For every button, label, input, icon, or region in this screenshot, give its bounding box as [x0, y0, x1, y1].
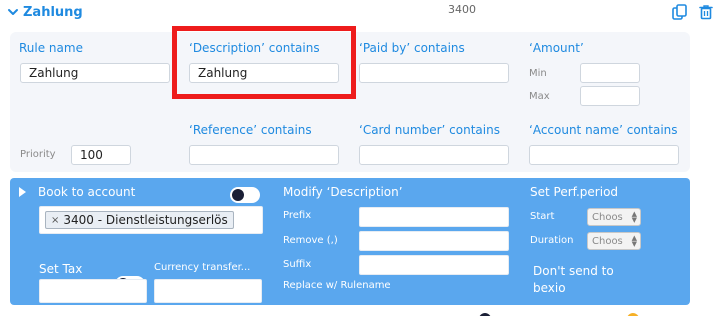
prefix-input[interactable]	[359, 207, 509, 227]
suffix-input[interactable]	[359, 255, 509, 275]
remove-tag-icon[interactable]: ×	[51, 215, 59, 226]
amount-min-input[interactable]	[580, 63, 640, 83]
remove-input[interactable]	[359, 231, 509, 251]
priority-label: Priority	[20, 149, 56, 160]
reference-contains-label: ‘Reference’ contains	[189, 123, 312, 137]
account-name-contains-input[interactable]	[529, 145, 679, 165]
rule-header[interactable]: Zahlung	[6, 2, 83, 22]
replace-with-rulename-label: Replace w/ Rulename	[283, 280, 391, 291]
suffix-label: Suffix	[283, 259, 312, 270]
duration-select-value: Choos	[592, 235, 623, 247]
set-perf-period-label: Set Perf.period	[530, 185, 619, 199]
prefix-label: Prefix	[283, 210, 312, 221]
amount-max-input[interactable]	[580, 86, 640, 106]
highlight-box	[172, 26, 356, 99]
account-tag: × 3400 - Dienstleistungserlös	[45, 211, 234, 229]
start-label: Start	[530, 211, 555, 222]
reference-contains-input[interactable]	[189, 145, 339, 165]
chevron-down-icon	[8, 9, 18, 15]
toggle-knob	[232, 189, 244, 201]
currency-transfer-select[interactable]	[154, 279, 262, 303]
replace-with-rulename-toggle[interactable]	[477, 311, 507, 316]
card-number-contains-input[interactable]	[359, 145, 509, 165]
account-tag-label: 3400 - Dienstleistungserlös	[63, 213, 228, 227]
paid-by-contains-label: ‘Paid by’ contains	[359, 41, 465, 55]
amount-min-label: Min	[529, 68, 547, 79]
modify-description-label: Modify ‘Description’	[283, 185, 403, 199]
card-number-contains-label: ‘Card number’ contains	[359, 123, 500, 137]
trash-icon[interactable]	[697, 3, 715, 21]
select-arrows-icon: ▲ ▼	[631, 210, 637, 224]
dont-send-label-line1: Don't send to	[533, 264, 614, 278]
rule-name-input[interactable]: Zahlung	[20, 63, 170, 83]
amount-max-label: Max	[529, 91, 550, 102]
rule-title: Zahlung	[23, 4, 83, 20]
account-name-contains-label: ‘Account name’ contains	[529, 123, 678, 137]
remove-label: Remove (,)	[283, 235, 338, 246]
start-select[interactable]: Choos ▲ ▼	[587, 208, 641, 226]
expand-triangle-icon[interactable]	[19, 187, 26, 197]
select-arrows-icon: ▲ ▼	[631, 234, 637, 248]
dont-send-label-line2: bexio	[533, 281, 566, 295]
duration-label: Duration	[530, 235, 574, 246]
set-tax-label: Set Tax	[39, 262, 83, 276]
amount-label: ‘Amount’	[529, 41, 584, 55]
currency-transfer-label: Currency transfer...	[154, 262, 251, 273]
account-number: 3400	[448, 3, 476, 16]
rule-name-label: Rule name	[19, 41, 83, 55]
dont-send-toggle[interactable]	[611, 311, 641, 316]
book-to-account-label: Book to account	[38, 185, 136, 199]
start-select-value: Choos	[592, 211, 623, 223]
tax-select[interactable]	[39, 279, 147, 303]
book-to-account-toggle[interactable]	[230, 187, 260, 203]
priority-input[interactable]: 100	[71, 145, 131, 165]
paid-by-contains-input[interactable]	[359, 63, 509, 83]
duplicate-icon[interactable]	[671, 3, 689, 21]
duration-select[interactable]: Choos ▲ ▼	[587, 232, 641, 250]
